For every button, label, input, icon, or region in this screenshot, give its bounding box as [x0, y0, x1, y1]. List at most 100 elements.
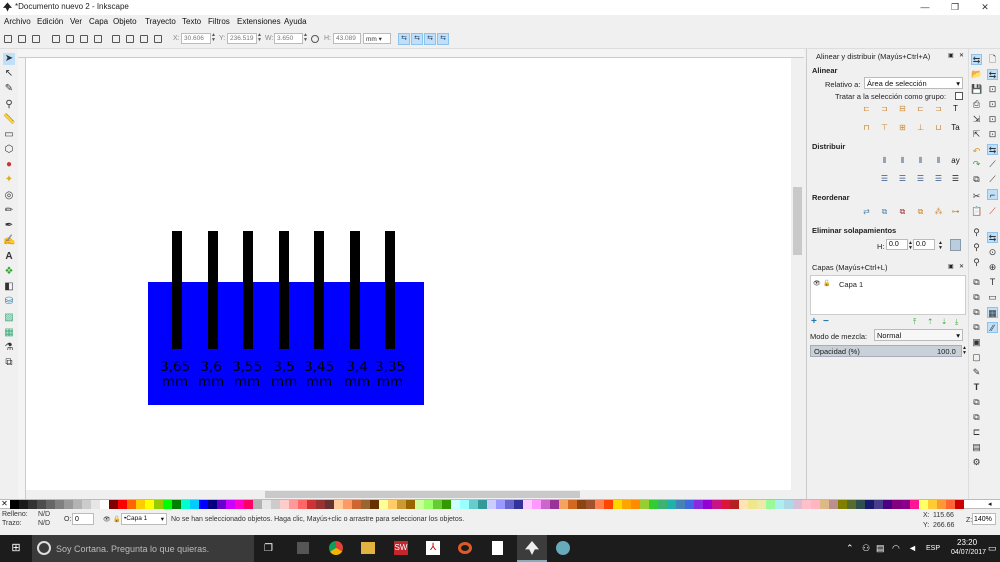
group-icon[interactable]: ▣ [971, 337, 982, 348]
color-swatch[interactable] [478, 500, 487, 509]
opacity-short-input[interactable] [72, 513, 94, 525]
minimize-button[interactable]: — [910, 0, 940, 15]
color-swatch[interactable] [262, 500, 271, 509]
measure-label-3[interactable]: 3,55 mm [232, 360, 262, 390]
measure-label-7[interactable]: 3,35 mm [375, 360, 405, 390]
color-swatch[interactable] [901, 500, 910, 509]
color-swatch[interactable] [100, 500, 109, 509]
blend-mode-select[interactable]: Normal ▾ [874, 329, 963, 341]
color-swatch[interactable] [307, 500, 316, 509]
w-input[interactable] [274, 33, 303, 44]
layers-icon[interactable]: ⧉ [971, 397, 982, 408]
measure-label-4[interactable]: 3,5 mm [271, 360, 297, 390]
menu-ayuda[interactable]: Ayuda [284, 17, 307, 26]
color-swatch[interactable] [235, 500, 244, 509]
restore-button[interactable]: ❐ [940, 0, 970, 15]
menu-archivo[interactable]: Archivo [4, 17, 31, 26]
y-spinner[interactable]: ▲ ▼ [257, 33, 263, 44]
dropper-tool-icon[interactable]: ⚗ [3, 342, 15, 354]
tray-chevron-up-icon[interactable]: ⌃ [846, 543, 854, 554]
fill-value[interactable]: N/D [38, 511, 50, 518]
distribute-centers-v-icon[interactable]: ☰ [897, 173, 908, 184]
tray-people-icon[interactable]: ⚇ [862, 543, 870, 554]
color-swatch[interactable] [190, 500, 199, 509]
menu-edicion[interactable]: Edición [37, 17, 63, 26]
h-input[interactable] [333, 33, 361, 44]
raise-to-top-icon[interactable] [112, 35, 120, 43]
menu-trayecto[interactable]: Trayecto [145, 17, 176, 26]
layer-visibility-icon[interactable]: 👁 [103, 516, 111, 523]
color-swatch[interactable] [793, 500, 802, 509]
connector-tool-icon[interactable]: ⧉ [3, 357, 15, 369]
node-tool-icon[interactable]: ↖ [3, 68, 15, 80]
undo-icon[interactable]: ↶ [971, 146, 982, 157]
exchange-clockwise-icon[interactable]: ⧉ [915, 206, 926, 217]
exchange-selection-order-icon[interactable]: ⧉ [879, 206, 890, 217]
color-swatch[interactable] [595, 500, 604, 509]
document-properties-icon[interactable]: ▤ [971, 442, 982, 453]
color-swatch[interactable] [775, 500, 784, 509]
color-swatch[interactable] [523, 500, 532, 509]
align-bottom-icon[interactable]: ⊥ [915, 122, 926, 133]
snap-enable-icon[interactable]: ⇆ [971, 54, 982, 65]
color-swatch[interactable] [667, 500, 676, 509]
export-icon[interactable]: ⇱ [971, 129, 982, 140]
color-swatch[interactable] [838, 500, 847, 509]
menu-extensiones[interactable]: Extensiones [237, 17, 281, 26]
pen-tool-icon[interactable]: ✒ [3, 220, 15, 232]
tray-network-icon[interactable]: ▤ [876, 543, 885, 554]
color-swatch[interactable] [379, 500, 388, 509]
layer-name[interactable]: Capa 1 [839, 280, 863, 289]
color-swatch[interactable] [64, 500, 73, 509]
color-swatch[interactable] [217, 500, 226, 509]
raise-icon[interactable] [126, 35, 134, 43]
measure-label-1[interactable]: 3,65 mm [160, 360, 190, 390]
color-swatch[interactable] [577, 500, 586, 509]
color-swatch[interactable] [460, 500, 469, 509]
lock-icon[interactable] [311, 35, 319, 43]
overlap-v-spinner[interactable]: ▲ ▼ [938, 241, 943, 251]
new-document-icon[interactable]: 🗋 [987, 54, 998, 65]
treat-as-group-checkbox[interactable] [955, 92, 963, 100]
color-swatch[interactable] [505, 500, 514, 509]
rotate-cw-icon[interactable] [66, 35, 74, 43]
distribute-top-edges-icon[interactable]: ☰ [879, 173, 890, 184]
align-right-icon[interactable]: ⊏ [915, 103, 926, 114]
pencil-tool-icon[interactable]: ✏ [3, 205, 15, 217]
color-swatch[interactable] [550, 500, 559, 509]
overlap-h-input[interactable] [886, 239, 908, 250]
color-swatch[interactable] [181, 500, 190, 509]
black-bar-6[interactable] [350, 231, 360, 349]
color-swatch[interactable] [613, 500, 622, 509]
action-center-icon[interactable]: ▭ [988, 543, 997, 554]
color-swatch[interactable] [703, 500, 712, 509]
overlap-v-input[interactable] [913, 239, 935, 250]
distribute-gaps-h-icon[interactable]: ⫴ [915, 155, 926, 166]
spray-tool-icon[interactable]: ❖ [3, 266, 15, 278]
color-swatch[interactable] [316, 500, 325, 509]
spiral-tool-icon[interactable]: ◎ [3, 190, 15, 202]
move-gradients-toggle[interactable]: ⇆ [424, 33, 436, 45]
color-swatch[interactable] [946, 500, 955, 509]
distribute-gaps-v-icon[interactable]: ☰ [915, 173, 926, 184]
color-swatch[interactable] [370, 500, 379, 509]
color-swatch[interactable] [424, 500, 433, 509]
color-swatch[interactable] [730, 500, 739, 509]
vertical-scrollbar[interactable] [791, 58, 804, 490]
color-swatch[interactable] [892, 500, 901, 509]
open-file-icon[interactable]: 📂 [971, 69, 982, 80]
menu-capa[interactable]: Capa [89, 17, 108, 26]
color-swatch[interactable] [919, 500, 928, 509]
menu-texto[interactable]: Texto [182, 17, 201, 26]
cut-icon[interactable]: ✂ [971, 191, 982, 202]
vertical-scroll-thumb[interactable] [793, 187, 802, 255]
file-explorer-icon[interactable] [361, 542, 375, 554]
distribute-centers-h-icon[interactable]: ⫴ [897, 155, 908, 166]
remove-layer-button[interactable]: − [823, 316, 829, 327]
align-bottom-to-top-icon[interactable]: ⊓ [861, 122, 872, 133]
windows-start-icon[interactable]: ⊞ [10, 542, 22, 554]
deselect-icon[interactable] [32, 35, 40, 43]
snap-others-icon[interactable]: ⇆ [987, 232, 998, 243]
randomize-positions-icon[interactable]: ⁂ [933, 206, 944, 217]
redo-icon[interactable]: ↷ [971, 159, 982, 170]
